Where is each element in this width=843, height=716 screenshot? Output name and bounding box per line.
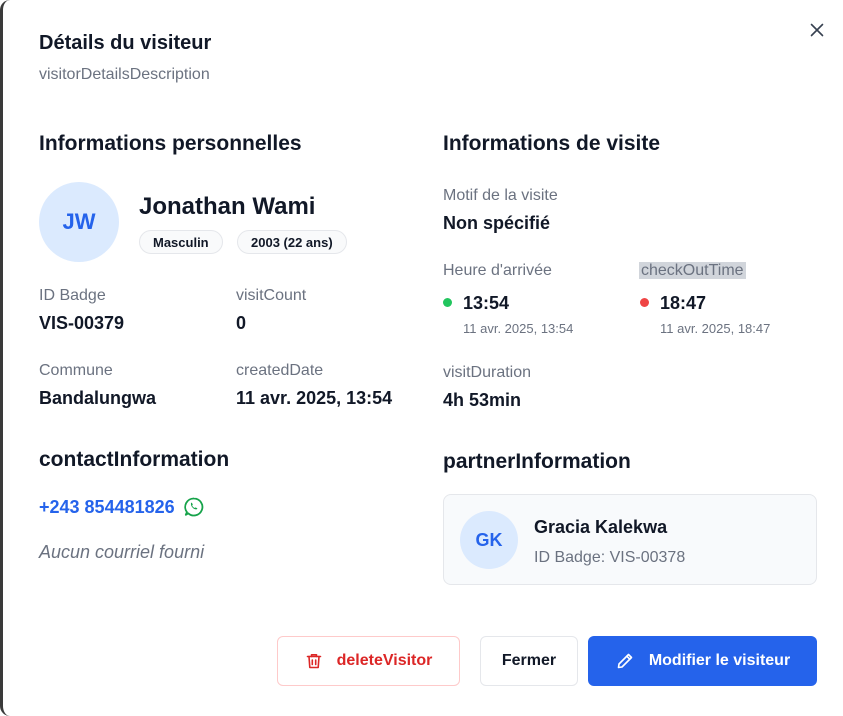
arrival-status-dot [443, 298, 452, 308]
partner-name: Gracia Kalekwa [534, 517, 668, 537]
close-icon[interactable] [807, 20, 827, 40]
checkout-time: 18:47 [640, 293, 706, 314]
no-email-text: Aucun courriel fourni [39, 542, 205, 562]
arrival-time-label: Heure d'arrivée [443, 262, 552, 279]
delete-visitor-label: deleteVisitor [336, 652, 433, 669]
partner-info-heading: partnerInformation [443, 450, 631, 473]
visitor-details-dialog: Détails du visiteur visitorDetailsDescri… [0, 0, 843, 716]
created-date-label: createdDate [236, 362, 324, 379]
checkout-status-dot [640, 298, 649, 308]
partner-badge-id: ID Badge: VIS-00378 [534, 549, 686, 566]
gender-badge: Masculin [139, 230, 223, 254]
visit-count-label: visitCount [236, 287, 307, 304]
arrival-time-value: 13:54 [463, 293, 510, 313]
arrival-time: 13:54 [443, 293, 509, 314]
checkout-time-label-wrap: checkOutTime [639, 262, 746, 280]
pencil-icon [615, 651, 635, 671]
trash-icon [305, 652, 323, 670]
visitor-name: Jonathan Wami [139, 193, 316, 220]
commune-value: Bandalungwa [39, 388, 157, 408]
checkout-datetime: 11 avr. 2025, 18:47 [660, 321, 771, 336]
edit-visitor-label: Modifier le visiteur [648, 652, 791, 669]
checkout-time-label: checkOutTime [639, 262, 746, 279]
commune-label: Commune [39, 362, 113, 379]
partner-avatar: GK [460, 511, 518, 569]
contact-info-heading: contactInformation [39, 448, 230, 471]
dialog-description: visitorDetailsDescription [39, 66, 210, 83]
whatsapp-icon[interactable] [183, 496, 205, 518]
visit-duration-label: visitDuration [443, 364, 532, 381]
phone-number: +243 854481826 [39, 496, 175, 517]
visit-count-value: 0 [236, 313, 247, 333]
avatar: JW [39, 182, 119, 262]
badge-id-value: VIS-00379 [39, 313, 125, 333]
edit-visitor-button[interactable]: Modifier le visiteur [588, 636, 817, 686]
personal-info-heading: Informations personnelles [39, 132, 302, 155]
close-button[interactable]: Fermer [480, 636, 578, 686]
badge-id-label: ID Badge [39, 287, 106, 304]
visit-info-heading: Informations de visite [443, 132, 661, 155]
delete-visitor-button[interactable]: deleteVisitor [277, 636, 460, 686]
arrival-datetime: 11 avr. 2025, 13:54 [463, 321, 574, 336]
birth-badge: 2003 (22 ans) [237, 230, 347, 254]
visit-reason-label: Motif de la visite [443, 187, 558, 204]
created-date-value: 11 avr. 2025, 13:54 [236, 388, 393, 408]
partner-card[interactable]: GK Gracia Kalekwa ID Badge: VIS-00378 [443, 494, 817, 585]
visit-reason-value: Non spécifié [443, 213, 551, 233]
checkout-time-value: 18:47 [660, 293, 707, 313]
visit-duration-value: 4h 53min [443, 390, 522, 410]
dialog-title: Détails du visiteur [39, 32, 212, 54]
phone-link[interactable]: +243 854481826 [39, 496, 205, 518]
